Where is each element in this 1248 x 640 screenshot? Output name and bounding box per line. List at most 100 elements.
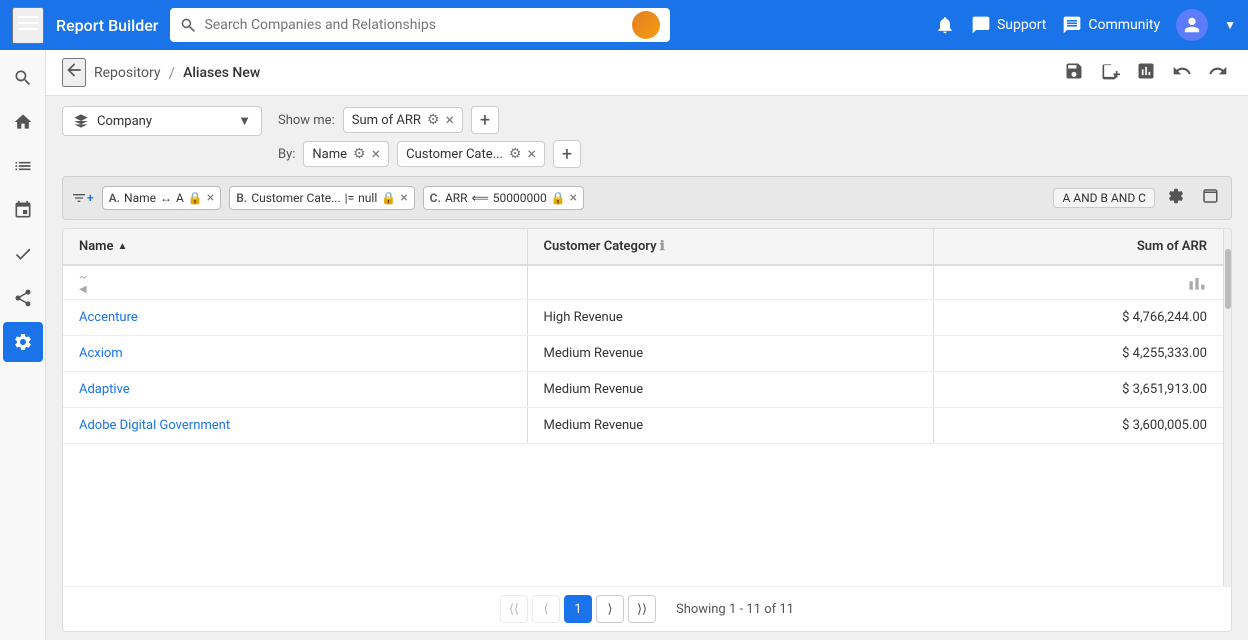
search-input[interactable]	[204, 17, 624, 33]
pill-close-icon[interactable]: ×	[445, 112, 454, 128]
col-sum-arr-label: Sum of ARR	[1137, 239, 1207, 254]
sidebar-item-share[interactable]	[3, 278, 43, 318]
sidebar-item-home[interactable]	[3, 102, 43, 142]
undo-icon	[1172, 61, 1192, 81]
row-arr-acxiom: $ 4,255,333.00	[933, 336, 1223, 372]
row-arr-adobe: $ 3,600,005.00	[933, 408, 1223, 444]
prev-page-button[interactable]: ⟨	[532, 595, 560, 623]
save-as-button[interactable]	[1096, 57, 1124, 89]
row-arr-adaptive: $ 3,651,913.00	[933, 372, 1223, 408]
showing-text: Showing	[676, 602, 726, 617]
filter-b-value: null	[358, 191, 377, 205]
sidebar-item-calendar[interactable]	[3, 190, 43, 230]
chat-icon	[971, 15, 991, 35]
save-button[interactable]	[1060, 57, 1088, 89]
table-row: Acxiom Medium Revenue $ 4,255,333.00	[63, 336, 1223, 372]
filter-settings-button[interactable]	[1163, 183, 1189, 213]
support-button[interactable]: Support	[971, 15, 1046, 35]
add-show-me-button[interactable]: +	[471, 106, 499, 134]
customer-close-icon[interactable]: ×	[527, 146, 536, 162]
row-name-accenture[interactable]: Accenture	[79, 310, 138, 325]
filter-c-close-icon[interactable]: ×	[570, 190, 577, 206]
filter-chip-a[interactable]: A. Name ↔ A 🔒 ×	[102, 186, 222, 210]
user-avatar[interactable]	[1176, 9, 1208, 41]
scrollbar-thumb[interactable]	[1225, 249, 1231, 309]
info-icon: ℹ	[660, 239, 665, 254]
redo-button[interactable]	[1204, 57, 1232, 89]
page-1-button[interactable]: 1	[564, 595, 592, 623]
table-row: Accenture High Revenue $ 4,766,244.00	[63, 300, 1223, 336]
search-icon	[13, 68, 33, 88]
col-header-customer-category[interactable]: Customer Category ℹ	[527, 229, 933, 265]
filter-c-lock-icon: 🔒	[551, 191, 566, 205]
filter-chip-c[interactable]: C. ARR ⟸ 50000000 🔒 ×	[423, 186, 584, 210]
sum-of-arr-pill[interactable]: Sum of ARR ⚙ ×	[343, 107, 463, 133]
community-icon	[1062, 15, 1082, 35]
search-avatar	[632, 11, 660, 39]
col-header-name[interactable]: Name ▲	[63, 229, 527, 265]
row-category-accenture: High Revenue	[527, 300, 933, 336]
filter-b-operator: |=	[345, 191, 355, 205]
community-label: Community	[1088, 17, 1160, 33]
user-dropdown-icon[interactable]: ▼	[1224, 18, 1236, 32]
breadcrumb-separator: /	[168, 63, 175, 82]
row-category-acxiom: Medium Revenue	[527, 336, 933, 372]
bell-icon	[935, 15, 955, 35]
company-label: Company	[97, 114, 152, 129]
last-page-button[interactable]: ⟩⟩	[628, 595, 656, 623]
filter-b-close-icon[interactable]: ×	[400, 190, 407, 206]
breadcrumb-actions	[1060, 57, 1232, 89]
col-chart-icon	[1187, 273, 1207, 293]
table-row: Adaptive Medium Revenue $ 3,651,913.00	[63, 372, 1223, 408]
total-count: 11	[779, 602, 794, 617]
filter-bar: + A. Name ↔ A 🔒 × B. Customer Cate... |=…	[62, 176, 1232, 220]
share-icon	[13, 288, 33, 308]
filter-chip-b[interactable]: B. Customer Cate... |= null 🔒 ×	[229, 186, 414, 210]
table-scrollbar[interactable]	[1223, 229, 1231, 586]
arrow-left-icon	[64, 60, 84, 80]
settings-icon	[1167, 187, 1185, 205]
name-settings-icon[interactable]: ⚙	[353, 146, 366, 162]
name-close-icon[interactable]: ×	[372, 146, 381, 162]
customer-settings-icon[interactable]: ⚙	[509, 146, 522, 162]
filter-a-close-icon[interactable]: ×	[207, 190, 214, 206]
sidebar-item-search[interactable]	[3, 58, 43, 98]
back-button[interactable]	[62, 58, 86, 87]
name-pill[interactable]: Name ⚙ ×	[303, 141, 389, 167]
filter-icon[interactable]: +	[71, 190, 94, 206]
add-by-button[interactable]: +	[553, 140, 581, 168]
company-selector[interactable]: Company ▼	[62, 106, 262, 136]
next-page-button[interactable]: ⟩	[596, 595, 624, 623]
filter-c-field: ARR	[445, 191, 468, 205]
user-icon	[1183, 16, 1201, 34]
sidebar-item-list[interactable]	[3, 146, 43, 186]
breadcrumb-bar: Repository / Aliases New	[46, 50, 1248, 96]
search-bar[interactable]	[170, 8, 670, 42]
home-icon	[13, 112, 33, 132]
data-table: Name ▲ Customer Category ℹ	[63, 229, 1223, 444]
filter-logic-display[interactable]: A AND B AND C	[1053, 188, 1155, 208]
hamburger-menu[interactable]	[12, 7, 44, 44]
notifications-button[interactable]	[935, 15, 955, 35]
row-name-adaptive[interactable]: Adaptive	[79, 382, 130, 397]
sidebar-item-settings[interactable]	[3, 322, 43, 362]
layers-icon	[73, 113, 89, 129]
pagination-bar: ⟨⟨ ⟨ 1 ⟩ ⟩⟩ Showing 1 - 11 of 11	[63, 586, 1231, 631]
col-header-sum-of-arr[interactable]: Sum of ARR	[933, 229, 1223, 265]
row-name-acxiom[interactable]: Acxiom	[79, 346, 123, 361]
row-category-adobe: Medium Revenue	[527, 408, 933, 444]
table-icon	[1201, 187, 1219, 205]
support-label: Support	[997, 17, 1046, 33]
filter-a-operator: ↔	[160, 191, 172, 205]
first-page-button[interactable]: ⟨⟨	[500, 595, 528, 623]
undo-button[interactable]	[1168, 57, 1196, 89]
show-me-label: Show me:	[278, 113, 335, 128]
customer-cate-pill[interactable]: Customer Cate... ⚙ ×	[397, 141, 545, 167]
pill-settings-icon[interactable]: ⚙	[427, 112, 440, 128]
community-button[interactable]: Community	[1062, 15, 1160, 35]
row-name-adobe[interactable]: Adobe Digital Government	[79, 418, 230, 433]
breadcrumb-repository[interactable]: Repository	[94, 65, 160, 81]
filter-table-button[interactable]	[1197, 183, 1223, 213]
sidebar-item-tasks[interactable]	[3, 234, 43, 274]
chart-button[interactable]	[1132, 57, 1160, 89]
